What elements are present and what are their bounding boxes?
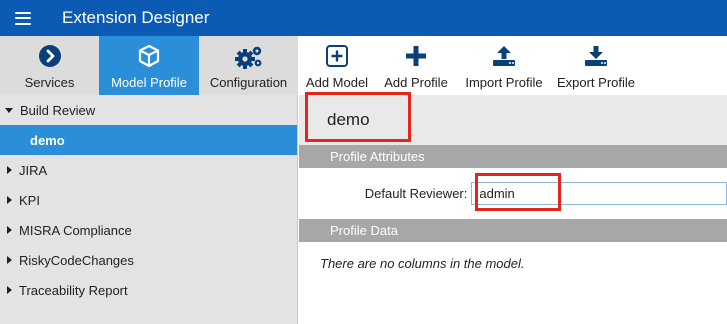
tree-item-label: demo <box>30 132 65 148</box>
toolbar: Services Model Profile Configuration Add… <box>0 36 727 95</box>
tab-services[interactable]: Services <box>0 36 99 95</box>
caret-right-icon[interactable] <box>7 196 12 204</box>
plus-icon <box>406 46 426 66</box>
caret-down-icon[interactable] <box>5 107 13 113</box>
tab-configuration[interactable]: Configuration <box>199 36 298 95</box>
tree-item-risky-code-changes[interactable]: RiskyCodeChanges <box>0 245 297 275</box>
profile-header: demo <box>299 95 727 145</box>
upload-icon <box>493 46 515 66</box>
gears-icon <box>234 46 261 69</box>
profile-name: demo <box>327 110 370 129</box>
import-profile-button[interactable]: Import Profile <box>460 36 548 95</box>
tab-label: Services <box>24 75 75 90</box>
default-reviewer-label: Default Reviewer: <box>364 186 468 201</box>
profile-attributes-header: Profile Attributes <box>299 145 727 168</box>
export-profile-label: Export Profile <box>556 75 636 90</box>
add-profile-label: Add Profile <box>384 75 448 90</box>
add-model-button[interactable]: Add Model <box>300 36 374 95</box>
tree-item-kpi[interactable]: KPI <box>0 185 297 215</box>
profile-panel: demo Profile Attributes Default Reviewer… <box>299 95 727 324</box>
tree-item-misra-compliance[interactable]: MISRA Compliance <box>0 215 297 245</box>
plus-square-icon <box>326 45 348 67</box>
tree-item-build-review[interactable]: Build Review <box>0 95 297 125</box>
tab-model-profile[interactable]: Model Profile <box>99 36 199 95</box>
profile-data-header: Profile Data <box>299 219 727 242</box>
chevron-circle-right-icon <box>38 45 61 67</box>
tree-item-demo[interactable]: demo <box>0 125 297 155</box>
tree-item-label: Traceability Report <box>19 282 128 298</box>
empty-columns-message: There are no columns in the model. <box>320 256 525 271</box>
tree-item-jira[interactable]: JIRA <box>0 155 297 185</box>
caret-right-icon[interactable] <box>7 166 12 174</box>
tree-item-label: JIRA <box>19 162 48 178</box>
tree-item-label: MISRA Compliance <box>19 222 132 238</box>
download-icon <box>585 46 607 66</box>
tree-item-traceability-report[interactable]: Traceability Report <box>0 275 297 305</box>
caret-right-icon[interactable] <box>7 256 12 264</box>
tree-item-label: KPI <box>19 192 40 208</box>
tree-item-label: Build Review <box>20 102 96 118</box>
export-profile-button[interactable]: Export Profile <box>552 36 640 95</box>
tab-label: Configuration <box>209 75 288 90</box>
app-title: Extension Designer <box>62 8 210 27</box>
add-model-label: Add Model <box>305 75 369 90</box>
default-reviewer-row: Default Reviewer: <box>299 168 727 219</box>
caret-right-icon[interactable] <box>7 226 12 234</box>
import-profile-label: Import Profile <box>465 75 543 90</box>
title-bar: Extension Designer <box>0 0 727 36</box>
default-reviewer-input[interactable] <box>471 182 727 205</box>
hamburger-icon[interactable] <box>15 11 31 25</box>
caret-right-icon[interactable] <box>7 286 12 294</box>
tab-label: Model Profile <box>111 75 187 90</box>
add-profile-button[interactable]: Add Profile <box>379 36 453 95</box>
cube-icon <box>138 44 160 68</box>
tree-item-label: RiskyCodeChanges <box>19 252 134 268</box>
profile-tree: Build Review demo JIRA KPI MISRA Complia… <box>0 95 298 324</box>
